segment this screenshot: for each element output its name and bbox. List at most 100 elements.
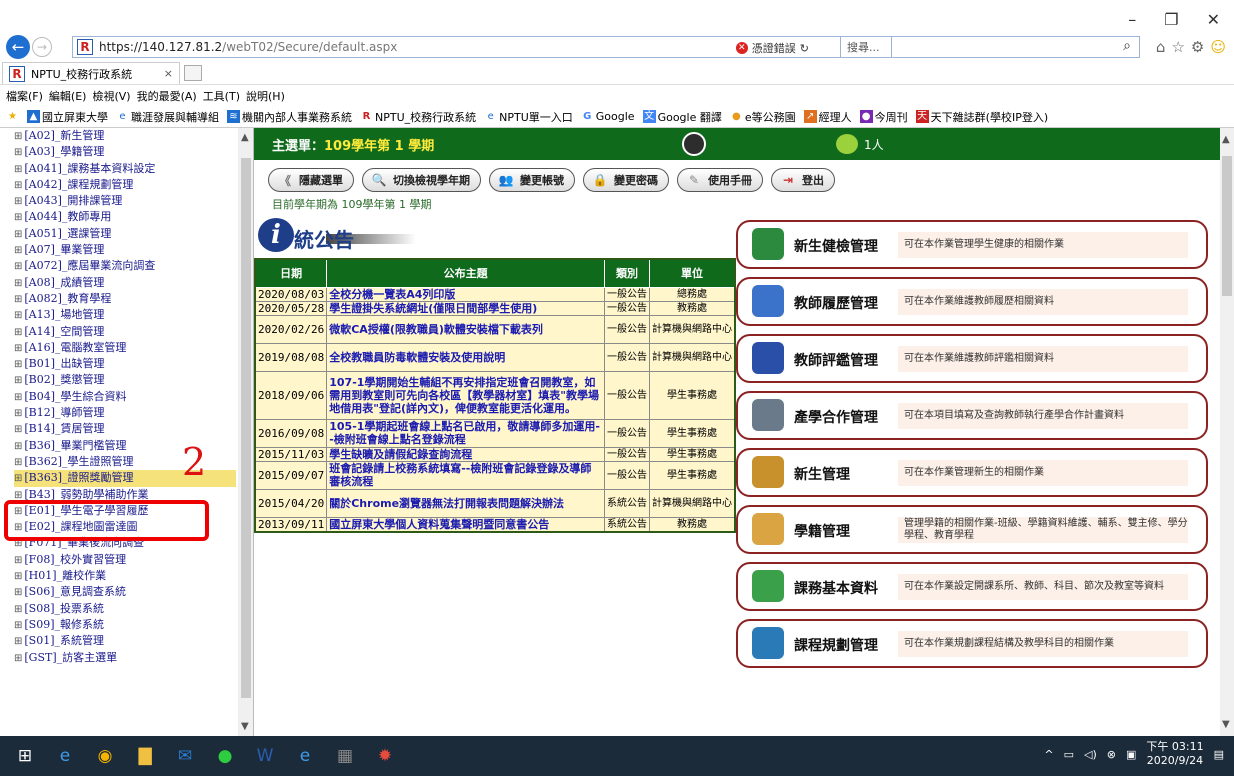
forward-button[interactable]: → xyxy=(32,37,52,57)
menu-help[interactable]: 說明(H) xyxy=(246,88,285,104)
refresh-icon[interactable]: ↻ xyxy=(800,42,809,55)
sidebar-item[interactable]: ⊞ [A082]_教育學程 xyxy=(14,291,236,307)
sidebar-item[interactable]: ⊞ [A08]_成績管理 xyxy=(14,275,236,291)
sidebar-item[interactable]: ⊞ [S01]_系統管理 xyxy=(14,633,236,649)
expand-icon[interactable]: ⊞ xyxy=(14,571,22,582)
function-card[interactable]: 教師評鑑管理 可在本作業維護教師評鑑相關資料 xyxy=(736,334,1208,383)
fav-item[interactable]: R NPTU_校務行政系統 xyxy=(360,109,477,125)
address-bar[interactable]: R https://140.127.81.2/webT02/Secure/def… xyxy=(72,36,892,58)
announcement-link[interactable]: 班會記錄請上校務系統填寫--檢附班會記錄登錄及導師審核流程 xyxy=(329,462,591,488)
main-scrollbar[interactable]: ▲ ▼ xyxy=(1220,128,1234,736)
settings-gear-icon[interactable]: ⚙ xyxy=(1191,38,1204,56)
expand-icon[interactable]: ⊞ xyxy=(14,278,22,289)
feedback-smiley-icon[interactable]: ☺ xyxy=(1210,38,1226,56)
notification-icon[interactable]: ▤ xyxy=(1214,748,1224,761)
expand-icon[interactable]: ⊞ xyxy=(14,555,22,566)
expand-icon[interactable]: ⊞ xyxy=(14,245,22,256)
function-card[interactable]: 課務基本資料 可在本作業設定開課系所、教師、科目、節次及教室等資料 xyxy=(736,562,1208,611)
tray-chevron-icon[interactable]: ^ xyxy=(1044,748,1053,761)
expand-icon[interactable]: ⊞ xyxy=(14,212,22,223)
menu-edit[interactable]: 編輯(E) xyxy=(49,88,87,104)
hide-menu-button[interactable]: 《隱藏選單 xyxy=(268,168,354,192)
sidebar-item[interactable]: ⊞ [A043]_開排課管理 xyxy=(14,193,236,209)
expand-icon[interactable]: ⊞ xyxy=(14,343,22,354)
expand-icon[interactable]: ⊞ xyxy=(14,653,22,664)
sidebar-item[interactable]: ⊞ [A07]_畢業管理 xyxy=(14,242,236,258)
expand-icon[interactable]: ⊞ xyxy=(14,473,22,484)
tab-close-icon[interactable]: × xyxy=(164,67,173,80)
expand-icon[interactable]: ⊞ xyxy=(14,636,22,647)
restore-icon[interactable]: ❐ xyxy=(1164,10,1178,29)
sidebar-item[interactable]: ⊞ [A16]_電腦教室管理 xyxy=(14,340,236,356)
expand-icon[interactable]: ⊞ xyxy=(14,261,22,272)
sidebar-item[interactable]: ⊞ [B02]_獎懲管理 xyxy=(14,372,236,388)
expand-icon[interactable]: ⊞ xyxy=(14,620,22,631)
search-box[interactable]: 搜尋... ⌕ xyxy=(840,36,1140,58)
sidebar-scrollbar[interactable]: ▲ ▼ xyxy=(238,128,253,736)
sidebar-item[interactable]: ⊞ [A072]_應屆畢業流向調查 xyxy=(14,258,236,274)
minimize-icon[interactable]: – xyxy=(1128,10,1136,29)
start-icon[interactable]: ⊞ xyxy=(10,741,40,771)
announcement-link[interactable]: 全校分機一覽表A4列印版 xyxy=(329,288,455,301)
expand-icon[interactable]: ⊞ xyxy=(14,457,22,468)
sidebar-item[interactable]: ⊞ [A13]_場地管理 xyxy=(14,307,236,323)
change-account-button[interactable]: 👥 變更帳號 xyxy=(489,168,575,192)
outlook-icon[interactable]: ✉ xyxy=(170,741,200,771)
expand-icon[interactable]: ⊞ xyxy=(14,587,22,598)
favorites-star-icon[interactable]: ☆ xyxy=(1171,38,1184,56)
expand-icon[interactable]: ⊞ xyxy=(14,408,22,419)
logout-button[interactable]: ⇥ 登出 xyxy=(771,168,835,192)
sidebar-item[interactable]: ⊞ [A02]_新生管理 xyxy=(14,128,236,144)
scroll-down-icon[interactable]: ▼ xyxy=(241,721,249,732)
scroll-down-icon[interactable]: ▼ xyxy=(1222,719,1230,730)
expand-icon[interactable]: ⊞ xyxy=(14,424,22,435)
fav-item[interactable]: ● e等公務園 xyxy=(730,109,796,125)
search-icon[interactable]: ⌕ xyxy=(1123,38,1131,54)
expand-icon[interactable]: ⊞ xyxy=(14,164,22,175)
ime-icon[interactable]: ⊗ xyxy=(1107,748,1116,761)
expand-icon[interactable]: ⊞ xyxy=(14,180,22,191)
menu-file[interactable]: 檔案(F) xyxy=(6,88,43,104)
expand-icon[interactable]: ⊞ xyxy=(14,147,22,158)
expand-icon[interactable]: ⊞ xyxy=(14,310,22,321)
user-manual-button[interactable]: ✎ 使用手冊 xyxy=(677,168,763,192)
line-icon[interactable]: ● xyxy=(210,741,240,771)
chrome-icon[interactable]: ◉ xyxy=(90,741,120,771)
function-card[interactable]: 產學合作管理 可在本項目填寫及查詢教師執行產學合作計畫資料 xyxy=(736,391,1208,440)
sidebar-item[interactable]: ⊞ [A041]_課務基本資料設定 xyxy=(14,161,236,177)
app-icon[interactable]: ▦ xyxy=(330,741,360,771)
sidebar-item[interactable]: ⊞ [A042]_課程規劃管理 xyxy=(14,177,236,193)
sidebar-item[interactable]: ⊞ [GST]_訪客主選單 xyxy=(14,650,236,666)
scroll-up-icon[interactable]: ▲ xyxy=(1222,134,1230,145)
fav-item[interactable]: ≋ 機關內部人事業務系統 xyxy=(227,109,352,125)
sidebar-item[interactable]: ⊞ [A14]_空間管理 xyxy=(14,324,236,340)
fav-item[interactable]: G Google xyxy=(581,110,634,123)
announcement-link[interactable]: 105-1學期起班會線上點名已啟用，敬請導師多加運用--檢附班會線上點名登錄流程 xyxy=(329,420,600,446)
announcement-link[interactable]: 107-1學期開始生輔組不再安排指定班會召開教室，如需用到教室則可先向各校區【教… xyxy=(329,376,599,415)
fav-item[interactable]: e NPTU單一入口 xyxy=(484,109,573,125)
file-explorer-icon[interactable]: ▇ xyxy=(130,741,160,771)
menu-tools[interactable]: 工具(T) xyxy=(203,88,240,104)
expand-icon[interactable]: ⊞ xyxy=(14,392,22,403)
scroll-thumb[interactable] xyxy=(241,158,251,698)
announcement-link[interactable]: 關於Chrome瀏覽器無法打開報表問題解決辦法 xyxy=(329,497,564,510)
change-password-button[interactable]: 🔒 變更密碼 xyxy=(583,168,669,192)
expand-icon[interactable]: ⊞ xyxy=(14,604,22,615)
function-card[interactable]: 課程規劃管理 可在本作業規劃課程結構及教學科目的相關作業 xyxy=(736,619,1208,668)
expand-icon[interactable]: ⊞ xyxy=(14,359,22,370)
word-icon[interactable]: W xyxy=(250,741,280,771)
menu-view[interactable]: 檢視(V) xyxy=(92,88,130,104)
volume-icon[interactable]: ◁) xyxy=(1084,748,1097,761)
function-card[interactable]: 新生管理 可在本作業管理新生的相關作業 xyxy=(736,448,1208,497)
fav-item[interactable]: ● 今周刊 xyxy=(859,109,908,125)
home-icon[interactable]: ⌂ xyxy=(1156,38,1166,56)
new-tab-button[interactable] xyxy=(184,65,202,81)
announcement-link[interactable]: 學生證掛失系統網址(僅限日間部學生使用) xyxy=(329,302,537,315)
fav-item[interactable]: 文 Google 翻譯 xyxy=(642,109,722,125)
expand-icon[interactable]: ⊞ xyxy=(14,490,22,501)
close-icon[interactable]: ✕ xyxy=(1207,10,1220,29)
edge-icon[interactable]: e xyxy=(50,741,80,771)
fav-item[interactable]: 天天下雜誌群(學校IP登入) xyxy=(915,109,1048,125)
back-button[interactable]: ← xyxy=(6,35,30,59)
scroll-thumb[interactable] xyxy=(1222,156,1232,296)
